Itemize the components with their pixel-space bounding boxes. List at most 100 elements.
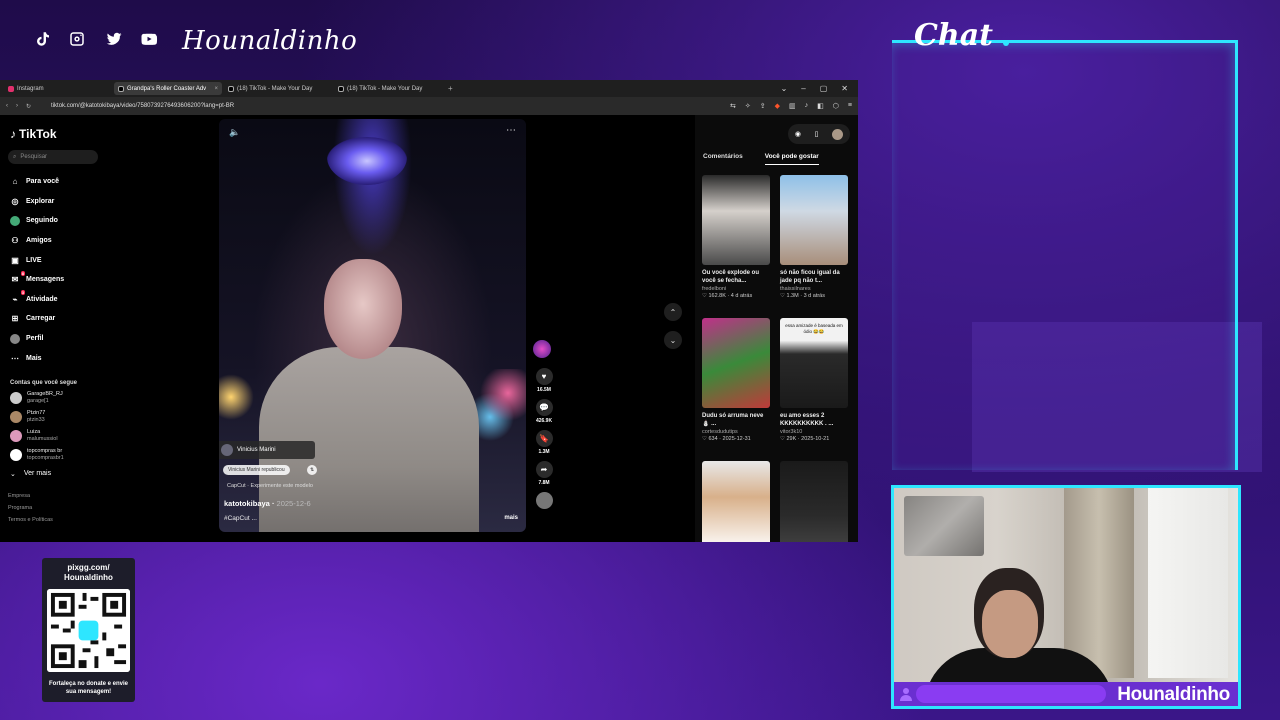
minimize-icon[interactable]: – [801, 84, 805, 93]
tab-tiktok-3[interactable]: (18) TikTok - Make Your Day [334, 82, 442, 95]
chevron-down-icon[interactable]: ⌄ [781, 84, 788, 93]
comment-count: 426.9K [535, 418, 553, 424]
panel-toolbar: ◉ ▯ [788, 124, 850, 144]
close-icon[interactable]: × [214, 86, 218, 92]
video-player[interactable]: 🔈 ⋯ Vinicius Marini Vinicius Marini repu… [219, 119, 526, 532]
card-date: 2025-10-21 [801, 436, 830, 442]
footer-link[interactable]: Programa [8, 502, 102, 514]
vpn-icon[interactable]: ⬡ [833, 102, 839, 110]
following-item[interactable]: topcompras br topcomprasbr1 [10, 448, 102, 462]
instagram-icon [8, 85, 14, 92]
wallet-icon[interactable]: ◧ [817, 102, 824, 110]
new-tab-icon[interactable]: + [448, 84, 453, 93]
music-icon[interactable]: ♪ [805, 102, 809, 110]
tiktok-logo[interactable]: ♪ TikTok [10, 127, 102, 141]
reload-icon[interactable]: ↻ [26, 103, 31, 110]
music-disc[interactable] [533, 492, 555, 509]
chevron-up-icon[interactable]: ⌃ [664, 303, 682, 321]
nav-label: Carregar [26, 315, 56, 323]
share-icon[interactable]: ⇪ [760, 102, 766, 110]
tab-instagram[interactable]: Instagram [4, 82, 112, 95]
instagram-icon[interactable] [66, 28, 88, 50]
tiktok-icon[interactable] [32, 28, 54, 50]
like-count: 16.5M [537, 387, 551, 393]
footer-link[interactable]: Empresa [8, 490, 102, 502]
following-item[interactable]: GarageBR_RJ garage[1 [10, 391, 102, 405]
nav-label: Perfil [26, 335, 44, 343]
nav-carregar[interactable]: ⊞ Carregar [10, 309, 102, 329]
nav-para-voce[interactable]: ⌂ Para você [10, 172, 102, 192]
video-author[interactable]: katotokibaya · 2025-12-6 [224, 499, 311, 508]
coin-icon[interactable]: ◉ [795, 130, 801, 138]
extension-icon[interactable]: ✧ [745, 102, 751, 110]
sound-icon[interactable]: 🔈 [229, 127, 240, 138]
following-item[interactable]: Luiza malumussiol [10, 429, 102, 443]
video-card[interactable]: essa amizade é baseada em ódio 😂😂 eu amo… [780, 318, 848, 455]
video-card[interactable]: só não ficou igual da jade pq não t... t… [780, 175, 848, 312]
bookmark-icon: 🔖 [535, 430, 553, 447]
card-user: fredelboni [702, 286, 727, 292]
video-date: 2025-12-6 [276, 499, 311, 508]
device-icon[interactable]: ▯ [815, 130, 819, 138]
video-card[interactable]: Ou você explode ou você se fecha... fred… [702, 175, 770, 312]
author-avatar[interactable] [533, 340, 551, 358]
video-thumbnail: essa amizade é baseada em ódio 😂😂 [780, 318, 848, 408]
tab-tiktok-2[interactable]: (18) TikTok - Make Your Day [224, 82, 332, 95]
url-field[interactable]: tiktok.com/@katotokibaya/video/758073927… [51, 103, 234, 109]
menu-icon[interactable]: ≡ [848, 102, 852, 110]
nav-amigos[interactable]: ⚇ Amigos [10, 231, 102, 251]
card-likes: 29K [786, 436, 797, 442]
window-controls: ⌄ – ▢ ✕ [781, 84, 858, 93]
translate-icon[interactable]: ⇆ [730, 102, 736, 110]
card-date: 3 d atrás [803, 293, 825, 299]
avatar [10, 391, 22, 404]
forward-icon[interactable]: › [16, 103, 18, 109]
streamer-face [982, 590, 1038, 658]
profile-icon [10, 333, 20, 344]
nav-perfil[interactable]: Perfil [10, 329, 102, 349]
sidebar-icon[interactable]: ▥ [789, 102, 796, 110]
tab-tiktok-video[interactable]: Grandpa's Roller Coaster Adv × [114, 82, 222, 95]
avatar [10, 410, 22, 423]
window [1148, 488, 1228, 678]
footer-link[interactable]: Termos e Políticas [8, 514, 102, 526]
tab-comentarios[interactable]: Comentários [703, 153, 743, 165]
nav-seguindo[interactable]: Seguindo [10, 211, 102, 231]
compass-icon: ◎ [11, 196, 19, 206]
video-card[interactable] [780, 461, 848, 542]
video-hashtag[interactable]: #CapCut ... [224, 515, 257, 522]
close-icon[interactable]: ✕ [841, 84, 848, 93]
following-item[interactable]: Ptzin77 ptzin33 [10, 410, 102, 424]
like-button[interactable]: ♥ 16.5M [533, 368, 555, 393]
more-link[interactable]: mais [504, 515, 518, 521]
card-title: eu amo esses 2 KKKKKKKKKK . ... [780, 413, 834, 427]
tiktok-icon [228, 85, 234, 92]
capcut-link[interactable]: CapCut · Experimente este modelo [227, 483, 313, 489]
maximize-icon[interactable]: ▢ [820, 84, 828, 93]
repost-caption[interactable]: Vinicius Marini [219, 441, 315, 459]
see-more-button[interactable]: ⌄ Ver mais [10, 470, 102, 478]
nav-live[interactable]: ▣ LIVE [10, 250, 102, 270]
comment-button[interactable]: 💬 426.9K [533, 399, 555, 424]
more-options-icon[interactable]: ⋯ [506, 125, 516, 136]
repost-chip[interactable]: Vinicius Marini republicou [223, 465, 290, 475]
youtube-icon[interactable] [138, 28, 160, 50]
nav-mensagens[interactable]: ✉ 8 Mensagens [10, 270, 102, 290]
notification-badge: 8 [20, 270, 25, 276]
avatar[interactable] [832, 128, 844, 140]
tab-voce-pode-gostar[interactable]: Você pode gostar [764, 153, 819, 165]
nav-mais[interactable]: ⋯ Mais [10, 348, 102, 368]
search-input[interactable]: ⌕ Pesquisar [8, 150, 98, 164]
chevron-down-icon[interactable]: ⌄ [664, 331, 682, 349]
share-button[interactable]: ➦ 7.8M [533, 461, 555, 486]
nav-atividade[interactable]: ⌁ 3 Atividade [10, 290, 102, 310]
video-card[interactable] [702, 461, 770, 542]
tab-label: (18) TikTok - Make Your Day [237, 85, 313, 92]
nav-explorar[interactable]: ◎ Explorar [10, 192, 102, 212]
twitter-icon[interactable] [103, 28, 125, 50]
bookmark-button[interactable]: 🔖 1.3M [533, 430, 555, 455]
video-card[interactable]: Dudu só arruma neve ⛄ ... cortesdudutips… [702, 318, 770, 455]
brave-shield-icon[interactable]: ◆ [775, 102, 780, 110]
back-icon[interactable]: ‹ [6, 103, 8, 109]
chat-accent [1003, 40, 1009, 46]
